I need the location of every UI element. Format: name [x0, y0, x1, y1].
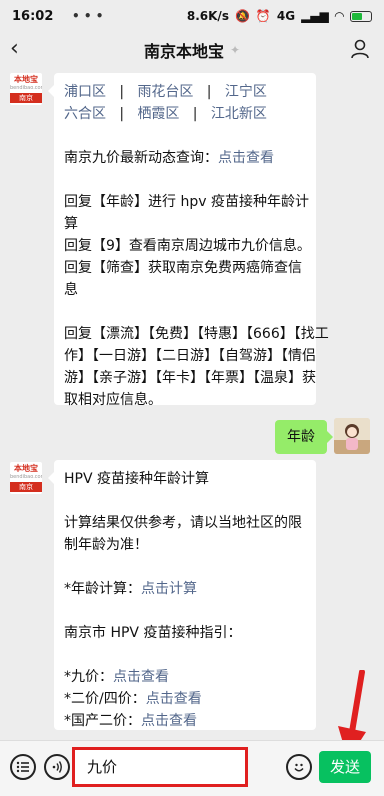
- guide-item: *九价：点击查看: [64, 666, 306, 688]
- message-bubble-menu: 浦口区 | 雨花台区 | 江宁区 六合区 | 栖霞区 | 江北新区 南京九价最新…: [48, 73, 329, 408]
- sound-wave-icon: [52, 761, 62, 773]
- message-input-value: 九价: [87, 758, 118, 776]
- district-link[interactable]: 江宁区: [225, 84, 267, 100]
- notification-icons: • • •: [72, 9, 104, 23]
- guide-item: *国产二价：点击查看: [64, 710, 306, 732]
- chat-header: ‹ 南京本地宝 ✦: [0, 32, 384, 68]
- user-message-text: 年龄: [287, 429, 315, 445]
- network-speed: 8.6K/s: [186, 9, 229, 23]
- district-link[interactable]: 六合区: [64, 106, 106, 122]
- guide-item-prefix: *九价：: [64, 669, 113, 685]
- reply-line: 回复【筛查】获取南京免费两癌筛查信: [64, 260, 302, 276]
- send-button[interactable]: 发送: [319, 751, 371, 783]
- user-message-bubble: 年龄: [275, 420, 333, 454]
- calc-link[interactable]: 点击计算: [141, 581, 197, 597]
- keywords-line: 回复【漂流】【免费】【特惠】【666】【找工: [64, 326, 329, 342]
- reply-line: 算: [64, 216, 78, 232]
- districts-row-2: 六合区 | 栖霞区 | 江北新区: [64, 103, 306, 125]
- user-avatar-image: [334, 418, 370, 454]
- wifi-icon: ◠: [334, 9, 344, 23]
- message-bubble-hpv: HPV 疫苗接种年龄计算 计算结果仅供参考，请以当地社区的限 制年龄为准！ *年…: [48, 460, 316, 732]
- guide-item: *二价/四价：点击查看: [64, 688, 306, 710]
- user-avatar[interactable]: [334, 418, 370, 454]
- smiley-icon: [294, 763, 304, 772]
- guide-item-link[interactable]: 点击查看: [113, 669, 169, 685]
- guide-item-link[interactable]: 点击查看: [146, 691, 202, 707]
- profile-icon[interactable]: [350, 39, 370, 59]
- guide-title: 南京市 HPV 疫苗接种指引：: [64, 625, 242, 641]
- guide-item-prefix: *国产二价：: [64, 713, 141, 729]
- official-account-avatar[interactable]: 本地宝 bendibao.com 南京: [10, 462, 42, 494]
- district-link[interactable]: 栖霞区: [137, 106, 179, 122]
- note-line: 制年龄为准！: [64, 537, 148, 553]
- official-account-avatar[interactable]: 本地宝 bendibao.com 南京: [10, 73, 42, 105]
- hpv-title: HPV 疫苗接种年龄计算: [64, 471, 209, 487]
- alarm-icon: ⏰: [255, 9, 271, 23]
- guide-item-link[interactable]: 点击查看: [141, 713, 197, 729]
- signal-icon: ▂▄▆: [301, 9, 329, 23]
- separator: |: [119, 106, 125, 122]
- emoji-icon[interactable]: [286, 754, 312, 780]
- note-line: 计算结果仅供参考，请以当地社区的限: [64, 515, 302, 531]
- query-prefix: 南京九价最新动态查询：: [64, 150, 218, 166]
- signal-label: 4G: [276, 9, 296, 23]
- separator: |: [119, 84, 125, 100]
- reply-line: 回复【9】查看南京周边城市九价信息。: [64, 238, 311, 254]
- logo-domain: bendibao.com: [10, 85, 42, 91]
- logo-city: 南京: [10, 93, 42, 103]
- chat-title: 南京本地宝: [143, 42, 224, 61]
- calc-line: *年龄计算：点击计算: [64, 578, 306, 600]
- separator: |: [206, 84, 212, 100]
- status-right: 8.6K/s 🔕 ⏰ 4G ▂▄▆ ◠: [187, 9, 372, 23]
- districts-row-1: 浦口区 | 雨花台区 | 江宁区: [64, 81, 306, 103]
- battery-icon: [350, 10, 372, 22]
- battery-fill: [352, 12, 363, 20]
- district-link[interactable]: 江北新区: [211, 106, 267, 122]
- verified-icon: ✦: [229, 43, 241, 57]
- logo-city: 南京: [10, 482, 42, 492]
- reply-line: 回复【年龄】进行 hpv 疫苗接种年龄计: [64, 194, 309, 210]
- status-time: 16:02: [12, 8, 54, 24]
- list-icon: [16, 761, 29, 773]
- reply-line: 息: [64, 282, 78, 298]
- back-icon[interactable]: ‹: [10, 36, 19, 61]
- keywords-line: 游】【亲子游】【年卡】【年票】【温泉】获: [64, 370, 316, 386]
- logo-brand: 本地宝: [14, 75, 38, 84]
- logo-brand: 本地宝: [14, 464, 38, 473]
- logo-domain: bendibao.com: [10, 474, 42, 480]
- query-line: 南京九价最新动态查询：点击查看: [64, 147, 306, 169]
- voice-icon[interactable]: [44, 754, 70, 780]
- keywords-line: 作】【一日游】【二日游】【自驾游】【情侣: [64, 348, 316, 364]
- query-link[interactable]: 点击查看: [218, 150, 274, 166]
- calc-prefix: *年龄计算：: [64, 581, 141, 597]
- message-input[interactable]: 九价: [72, 747, 248, 787]
- menu-toggle-icon[interactable]: [10, 754, 36, 780]
- district-link[interactable]: 浦口区: [64, 84, 106, 100]
- status-bar: 16:02 • • • 8.6K/s 🔕 ⏰ 4G ▂▄▆ ◠: [0, 0, 384, 32]
- keywords-line: 取相对应信息。: [64, 392, 162, 408]
- mute-icon: 🔕: [234, 9, 250, 23]
- guide-item-prefix: *二价/四价：: [64, 691, 146, 707]
- separator: |: [192, 106, 198, 122]
- input-bar: 九价 发送: [0, 740, 384, 796]
- district-link[interactable]: 雨花台区: [137, 84, 193, 100]
